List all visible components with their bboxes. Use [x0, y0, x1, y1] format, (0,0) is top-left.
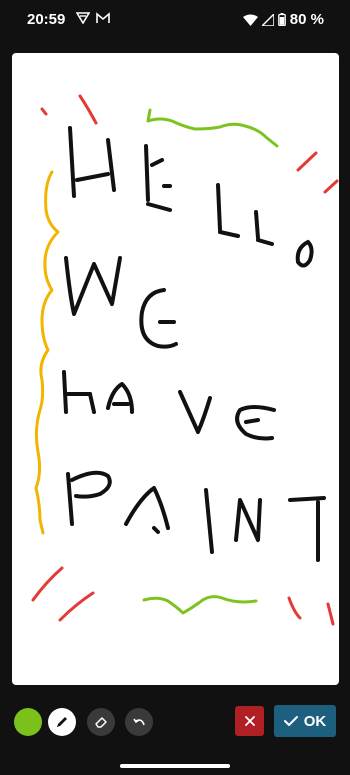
- vpn-key-icon: [76, 12, 90, 24]
- battery-percent: 80 %: [289, 11, 324, 28]
- signal-icon: [261, 13, 274, 26]
- eraser-icon: [95, 717, 107, 728]
- drawing-toolbar: OK: [0, 700, 350, 744]
- red-strokes: [31, 94, 339, 626]
- black-strokes: [62, 126, 326, 562]
- battery-icon: [277, 13, 286, 26]
- yellow-stroke: [34, 170, 60, 535]
- check-icon: [283, 716, 298, 726]
- cancel-button[interactable]: [235, 706, 264, 736]
- gesture-nav-handle[interactable]: [120, 764, 230, 768]
- color-swatch-button[interactable]: [14, 708, 42, 736]
- gmail-icon: [96, 12, 110, 23]
- close-icon: [244, 716, 255, 726]
- status-time: 20:59: [27, 11, 66, 28]
- wifi-icon: [242, 14, 258, 26]
- status-bar: 20:59 80 %: [0, 0, 350, 40]
- pen-tool-button[interactable]: [48, 708, 76, 736]
- status-notification-icons: [76, 12, 110, 24]
- undo-icon: [133, 718, 145, 726]
- drawing-strokes: [31, 94, 339, 626]
- ok-button[interactable]: OK: [274, 705, 336, 737]
- pen-icon: [57, 717, 67, 727]
- drawing-canvas[interactable]: [12, 53, 339, 685]
- ok-label: OK: [303, 712, 327, 730]
- eraser-tool-button[interactable]: [87, 708, 115, 736]
- undo-button[interactable]: [125, 708, 153, 736]
- status-system-icons: 80 %: [242, 11, 324, 28]
